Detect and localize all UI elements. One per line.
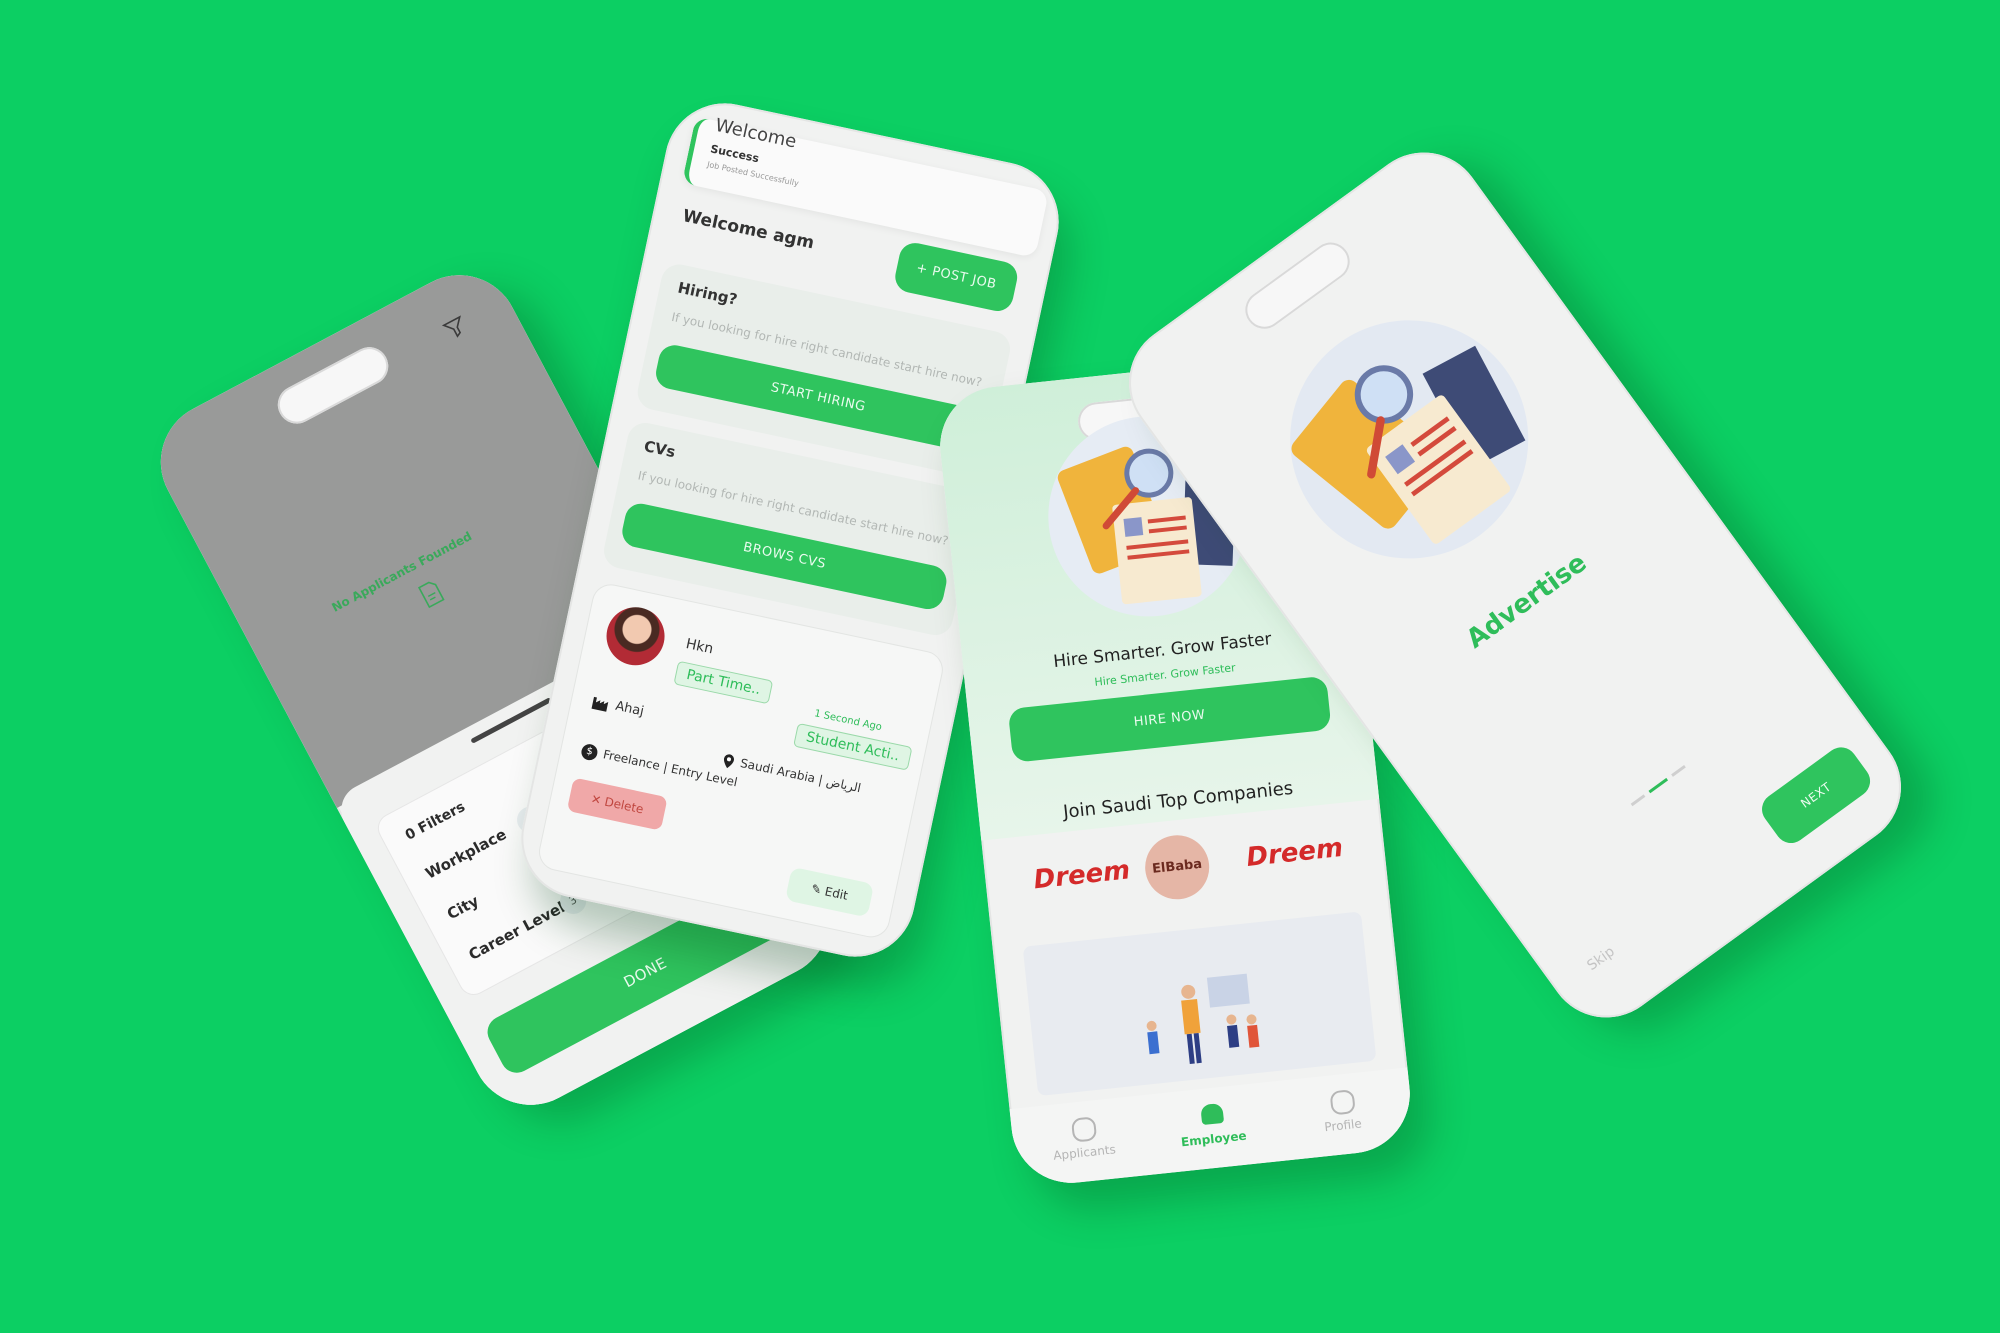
location-pin-icon xyxy=(723,754,734,769)
delete-button[interactable]: ✕ Delete xyxy=(566,777,668,831)
profile-icon[interactable] xyxy=(1329,1089,1356,1116)
team-banner xyxy=(1022,911,1377,1097)
advertise-illustration xyxy=(1290,320,1529,559)
company-logo-elbaba[interactable]: ElBaba xyxy=(1142,832,1213,903)
job-location: Saudi Arabia | الرياض xyxy=(739,755,863,796)
filter-count: 0 Filters xyxy=(402,799,468,844)
cvs-card-title: CVs xyxy=(642,437,678,462)
page-dot-active xyxy=(1648,777,1669,794)
page-dot-1 xyxy=(1630,794,1646,807)
avatar xyxy=(601,601,670,671)
post-job-button[interactable]: + POST JOB xyxy=(892,240,1021,314)
edit-button[interactable]: ✎ Edit xyxy=(784,866,875,918)
skip-link[interactable]: Skip xyxy=(1584,944,1617,974)
filter-row-workplace[interactable]: Workplace xyxy=(422,825,509,883)
browse-cvs-button[interactable]: BROWS CVS xyxy=(619,500,950,613)
salary-icon: $ xyxy=(579,742,599,762)
edit-button-label: Edit xyxy=(823,884,850,903)
team-illustration xyxy=(1146,973,1260,1065)
hiring-card-title: Hiring? xyxy=(676,278,739,309)
next-button[interactable]: NEXT xyxy=(1755,741,1877,850)
factory-icon xyxy=(591,696,609,712)
nav-profile-label[interactable]: Profile xyxy=(1293,1113,1394,1137)
employee-icon[interactable] xyxy=(1200,1102,1225,1126)
job-type-tag: Part Time.. xyxy=(673,660,774,705)
page-dot-3 xyxy=(1671,764,1686,777)
applicant-name: Hkn xyxy=(684,636,715,658)
nav-employee-label[interactable]: Employee xyxy=(1163,1127,1264,1151)
company-logo-dreem-2[interactable]: Dreem xyxy=(1245,833,1344,873)
experience-tag: Student Acti.. xyxy=(793,722,913,771)
company-logo-dreem[interactable]: Dreem xyxy=(1032,855,1131,895)
welcome-heading: Welcome agm xyxy=(680,206,816,254)
applicants-icon[interactable] xyxy=(1070,1116,1098,1143)
nav-applicants-label[interactable]: Applicants xyxy=(1034,1140,1135,1164)
company-name: Ahaj xyxy=(614,698,646,720)
delete-button-label: Delete xyxy=(603,794,645,817)
job-type: Freelance | Entry Level xyxy=(601,747,739,790)
job-card[interactable]: Hkn Part Time.. 1 Second Ago Student Act… xyxy=(536,582,946,940)
phone-notch xyxy=(1237,235,1358,337)
filter-row-city[interactable]: City xyxy=(444,892,482,923)
